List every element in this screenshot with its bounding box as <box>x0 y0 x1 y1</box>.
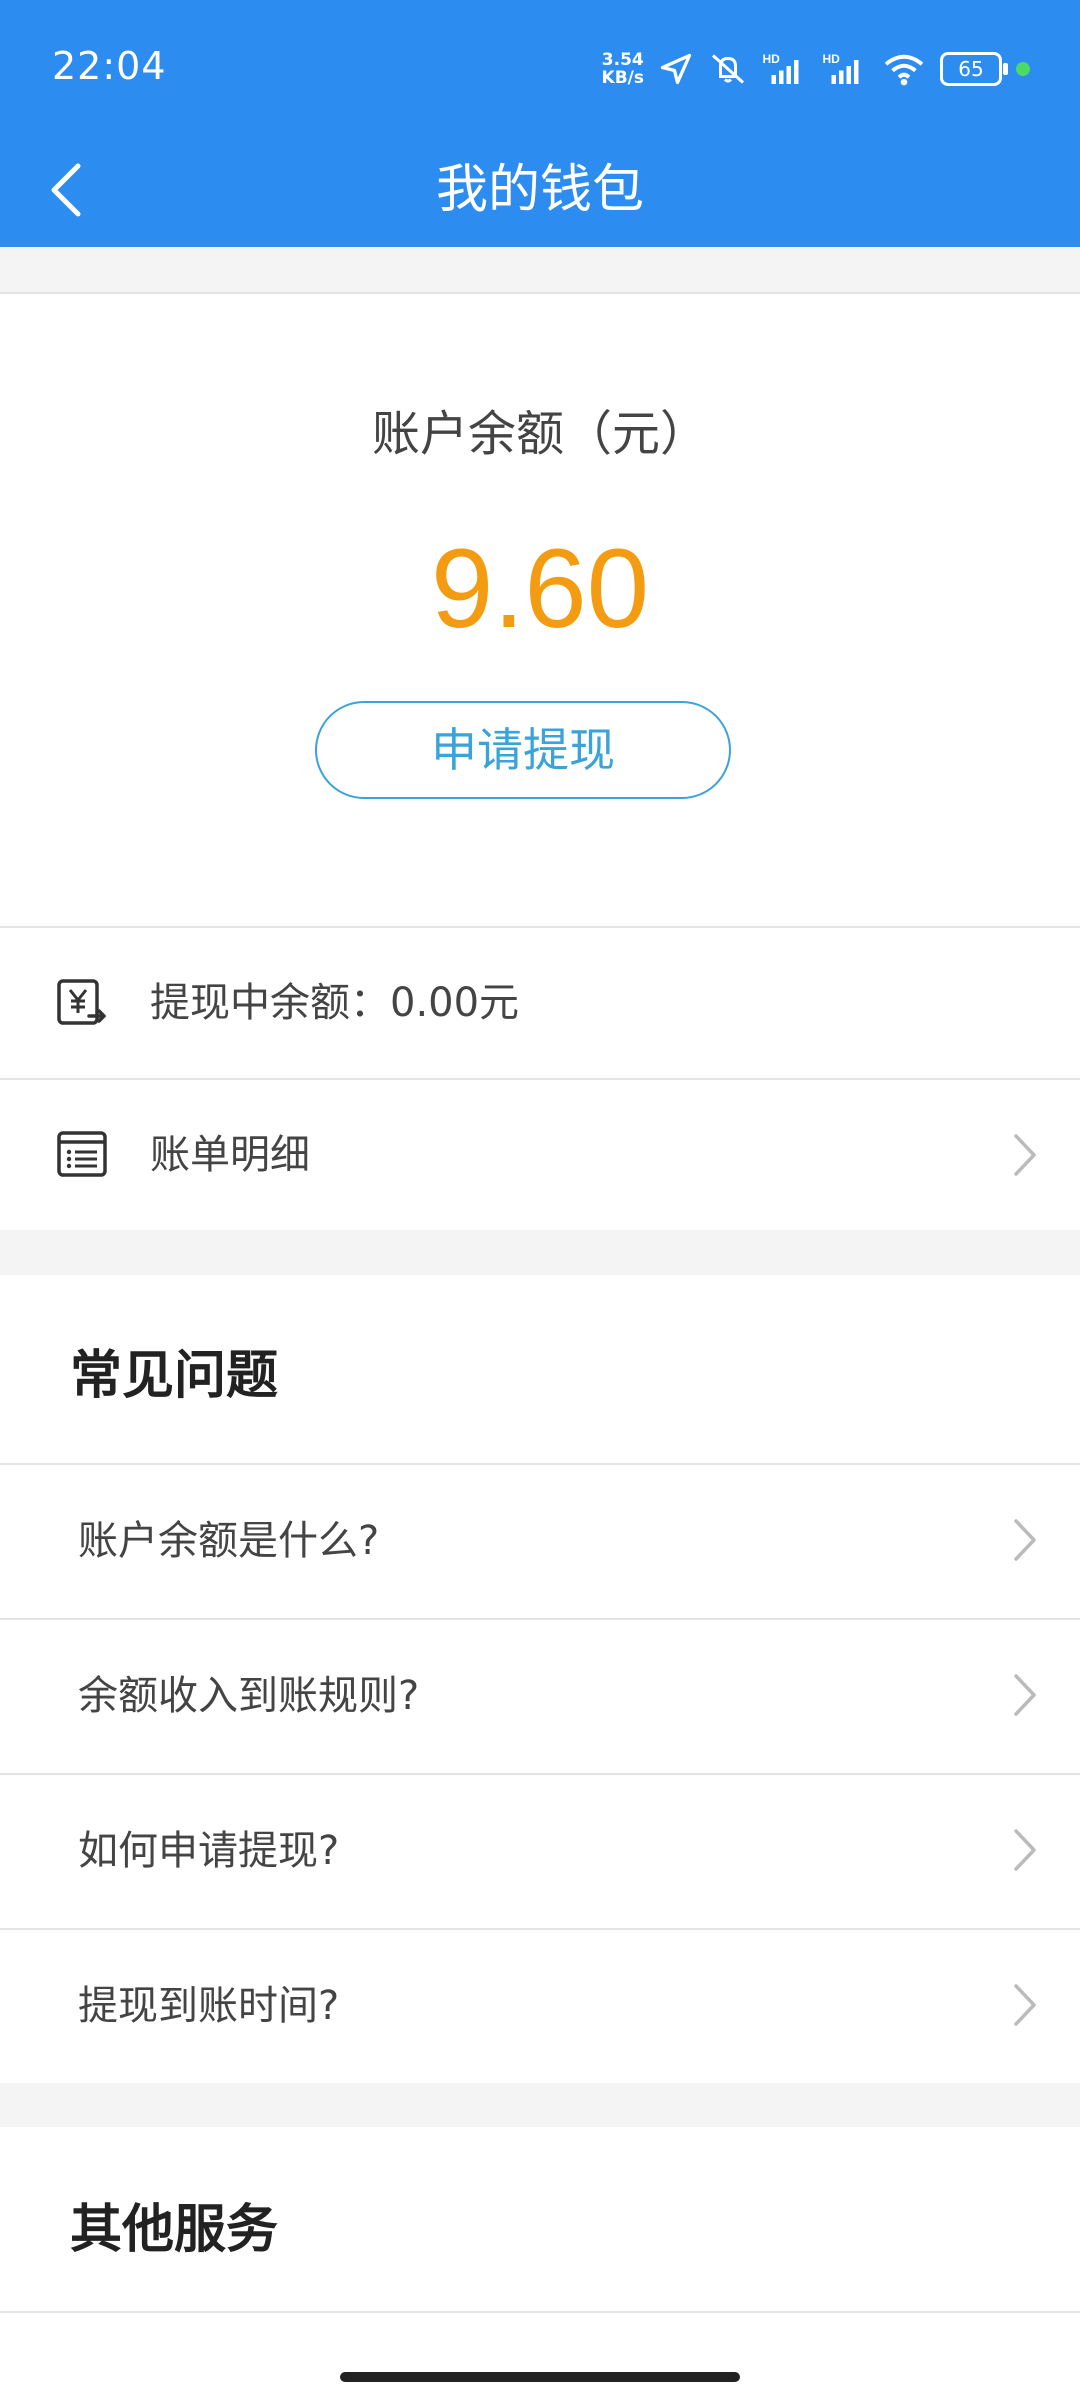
withdraw-button[interactable]: 申请提现 <box>315 701 731 799</box>
status-time: 22:04 <box>52 44 167 88</box>
other-services-section: 其他服务 <box>0 2127 1080 2400</box>
network-speed-unit: KB/s <box>601 68 644 88</box>
mute-icon <box>711 54 745 84</box>
home-indicator[interactable] <box>340 2372 740 2382</box>
faq-item[interactable]: 账户余额是什么? <box>0 1463 1080 1618</box>
chevron-right-icon <box>1014 1134 1036 1176</box>
balance-amount: 9.60 <box>431 526 649 651</box>
page-title: 我的钱包 <box>435 160 644 220</box>
app-header: 22:04 3.54 KB/s HD HD 65 我的钱包 <box>0 0 1080 247</box>
bill-details-label: 账单明细 <box>150 1132 310 1178</box>
signal-hd-icon-2: HD <box>823 52 859 84</box>
bill-details-row[interactable]: 账单明细 <box>0 1078 1080 1230</box>
chevron-right-icon <box>1014 1829 1036 1871</box>
faq-item-label: 提现到账时间? <box>78 1983 340 2029</box>
pending-withdraw-label: 提现中余额：0.00元 <box>150 980 520 1026</box>
chevron-right-icon <box>1014 1674 1036 1716</box>
svg-text:HD: HD <box>763 52 781 66</box>
faq-item-label: 如何申请提现? <box>78 1828 340 1874</box>
status-icons: 3.54 KB/s HD HD 65 <box>602 46 1030 92</box>
network-speed: 3.54 KB/s <box>602 51 644 87</box>
nav-bar: 我的钱包 <box>0 130 1080 247</box>
chevron-right-icon <box>1014 1519 1036 1561</box>
status-bar: 22:04 3.54 KB/s HD HD 65 <box>0 0 1080 130</box>
faq-header: 常见问题 <box>0 1275 1080 1463</box>
pending-withdraw-row: 提现中余额：0.00元 <box>0 926 1080 1078</box>
chevron-right-icon <box>1014 1984 1036 2026</box>
faq-item[interactable]: 如何申请提现? <box>0 1773 1080 1928</box>
list-icon <box>57 1131 107 1177</box>
signal-hd-icon-1: HD <box>763 52 799 84</box>
faq-title: 常见问题 <box>70 1346 279 1406</box>
battery-indicator: 65 <box>940 52 1008 86</box>
balance-card: 账户余额（元） 9.60 申请提现 <box>0 292 1080 928</box>
divider <box>0 2311 1080 2313</box>
faq-item-label: 余额收入到账规则? <box>78 1673 420 1719</box>
network-speed-value: 3.54 <box>601 50 644 70</box>
svg-text:HD: HD <box>823 52 841 66</box>
faq-item[interactable]: 余额收入到账规则? <box>0 1618 1080 1773</box>
other-services-title: 其他服务 <box>70 2200 279 2260</box>
balance-label: 账户余额（元） <box>371 406 708 462</box>
faq-item-label: 账户余额是什么? <box>78 1518 380 1564</box>
location-icon <box>660 53 692 85</box>
wifi-icon <box>884 54 924 86</box>
yuan-transfer-icon <box>57 979 106 1025</box>
faq-item[interactable]: 提现到账时间? <box>0 1928 1080 2083</box>
privacy-dot <box>1016 62 1030 76</box>
